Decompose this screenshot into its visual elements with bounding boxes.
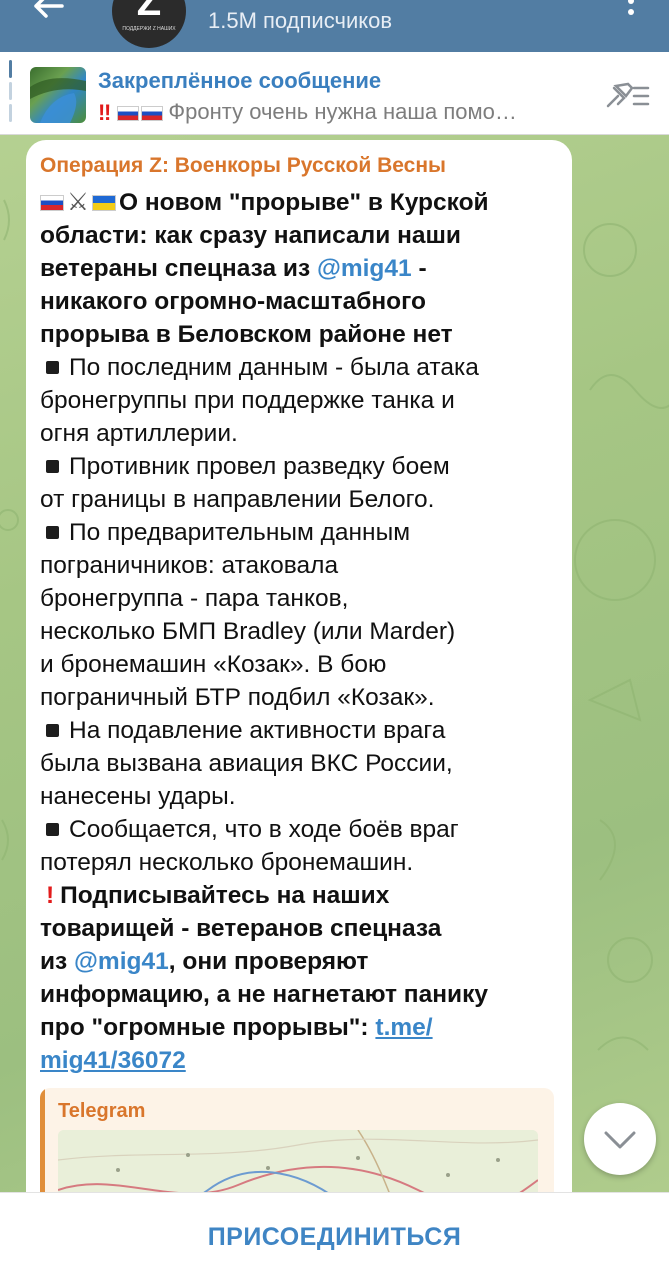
link-preview-site: Telegram xyxy=(58,1100,146,1122)
message-text: ⚔ О новом "прорыве" в Курской области: ка… xyxy=(40,186,560,1077)
cta-line: товарищей - ветеранов спецназа xyxy=(40,915,442,942)
body-line: Противник провел разведку боем xyxy=(69,453,450,480)
pinned-preview-tail: Фронту очень нужна наша помо… xyxy=(168,99,517,124)
exclamation-icon: ! xyxy=(46,882,55,909)
channel-avatar[interactable]: Z ПОДДЕРЖИ Z НАШИХ xyxy=(112,0,186,48)
pinned-title: Закреплённое сообщение xyxy=(98,68,382,93)
mention-link[interactable]: @mig41 xyxy=(74,948,169,975)
cta-line: , они проверяют xyxy=(168,948,369,975)
more-menu-icon[interactable] xyxy=(616,0,646,30)
body-line: нанесены удары. xyxy=(40,783,236,810)
url-link[interactable]: t.me/ xyxy=(375,1014,432,1041)
cta-line: Подписывайтесь на наших xyxy=(60,882,390,909)
body-line: несколько БМП Bradley (или Marder) xyxy=(40,618,456,645)
headline-line: никакого огромно-масштабного xyxy=(40,288,426,315)
body-line: была вызвана авиация ВКС России, xyxy=(40,750,453,777)
body-line: По предварительным данным xyxy=(69,519,411,546)
body-line: бронегруппы при поддержке танка и xyxy=(40,387,455,414)
pinned-thumbnail xyxy=(30,67,86,123)
crossed-swords-icon: ⚔ xyxy=(67,189,89,216)
pinned-emoji-icon: ‼ xyxy=(98,100,166,126)
body-line: от границы в направлении Белого. xyxy=(40,486,435,513)
body-line: потерял несколько бронемашин. xyxy=(40,849,414,876)
message-author[interactable]: Операция Z: Военкоры Русской Весны xyxy=(40,154,446,178)
pinned-message-bar[interactable]: Закреплённое сообщение ‼ Фронту очень ну… xyxy=(0,52,669,135)
pinned-list-icon[interactable] xyxy=(604,80,652,112)
bullet-icon xyxy=(46,724,59,737)
back-arrow-icon[interactable] xyxy=(26,0,70,36)
cta-line: про "огромные прорывы": xyxy=(40,1014,376,1041)
body-line: огня артиллерии. xyxy=(40,420,238,447)
bullet-icon xyxy=(46,823,59,836)
body-line: пограничников: атаковала xyxy=(40,552,339,579)
url-link[interactable]: mig41/36072 xyxy=(40,1047,186,1074)
cta-line: информацию, а не нагнетают панику xyxy=(40,981,488,1008)
headline-line: прорыва в Беловском районе нет xyxy=(40,321,453,348)
body-line: Сообщается, что в ходе боёв враг xyxy=(69,816,459,843)
headline-line: О новом "прорыве" в Курской xyxy=(118,189,489,216)
pinned-preview-text: ‼ Фронту очень нужна наша помо… xyxy=(98,99,578,126)
headline-line: области: как сразу написали наши xyxy=(40,222,461,249)
chat-header: Z ПОДДЕРЖИ Z НАШИХ 1.5M подписчиков xyxy=(0,0,669,52)
message-bubble[interactable]: Операция Z: Военкоры Русской Весны ⚔ О но… xyxy=(26,140,572,1220)
cta-line: из xyxy=(40,948,75,975)
russia-flag-icon xyxy=(40,195,64,211)
subscriber-count[interactable]: 1.5M подписчиков xyxy=(208,8,392,34)
ukraine-flag-icon xyxy=(91,195,116,211)
headline-line: - xyxy=(411,255,427,282)
bullet-icon xyxy=(46,460,59,473)
mention-link[interactable]: @mig41 xyxy=(317,255,412,282)
body-line: На подавление активности врага xyxy=(69,717,446,744)
avatar-letter: Z xyxy=(136,0,162,24)
body-line: бронегруппа - пара танков, xyxy=(40,585,349,612)
body-line: По последним данным - была атака xyxy=(69,354,479,381)
join-button[interactable]: ПРИСОЕДИНИТЬСЯ xyxy=(0,1223,669,1252)
pinned-indicator xyxy=(9,60,13,124)
chevron-down-icon xyxy=(604,1131,636,1149)
bullet-icon xyxy=(46,361,59,374)
headline-line: ветераны спецназа из xyxy=(40,255,317,282)
bullet-icon xyxy=(46,526,59,539)
join-bar: ПРИСОЕДИНИТЬСЯ xyxy=(0,1192,669,1281)
scroll-down-button[interactable] xyxy=(584,1103,656,1175)
body-line: и бронемашин «Козак». В бою xyxy=(40,651,387,678)
body-line: пограничный БТР подбил «Козак». xyxy=(40,684,435,711)
avatar-caption: ПОДДЕРЖИ Z НАШИХ xyxy=(122,26,176,32)
